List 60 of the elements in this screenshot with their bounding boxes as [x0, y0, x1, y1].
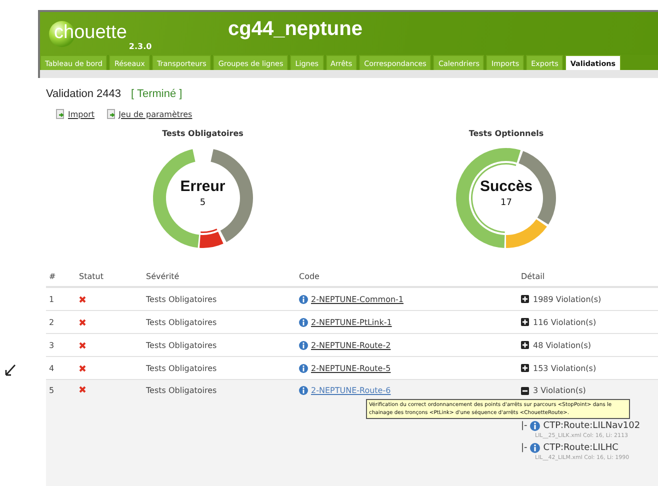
cross-icon	[79, 318, 86, 326]
app-title: cg44_neptune	[228, 18, 362, 41]
code-link[interactable]: 2-NEPTUNE-Route-6	[311, 386, 391, 395]
severity-cell-text: Tests Obligatoires	[145, 386, 218, 395]
chart-title: Tests Optionnels	[468, 129, 544, 138]
info-icon	[530, 443, 540, 453]
column-header: Code	[298, 272, 320, 280]
link[interactable]: Import	[68, 110, 95, 118]
info-icon	[299, 364, 308, 372]
route-object: CTP:Route:LILHC	[543, 443, 618, 453]
cross-icon	[79, 296, 86, 302]
tree-prefix: |-	[521, 443, 528, 453]
expand-icon[interactable]	[521, 364, 529, 372]
link[interactable]: Jeu de paramètres	[118, 110, 192, 118]
code-link[interactable]: 2-NEPTUNE-Common-1	[311, 294, 404, 304]
validation-status: [ Terminé ]	[131, 88, 182, 100]
violation-count: 116 Violation(s)	[533, 318, 596, 326]
chart-title: Tests Obligatoires	[162, 129, 244, 138]
expand-icon[interactable]	[521, 341, 529, 349]
info-icon	[299, 386, 308, 395]
column-header: Détail	[520, 272, 546, 280]
severity-cell-text: Tests Obligatoires	[145, 318, 218, 326]
violation-count: 3 Violation(s)	[533, 386, 586, 395]
row-number: 2	[48, 318, 56, 326]
column-header: #	[48, 272, 57, 280]
code-link[interactable]: 2-NEPTUNE-PtLink-1	[311, 318, 392, 326]
chart-count: 5	[200, 198, 206, 208]
row-number: 1	[48, 294, 56, 304]
column-header: Sévérité	[145, 272, 180, 280]
row-number: 4	[48, 364, 56, 372]
logo-text[interactable]: chouette	[54, 20, 127, 46]
expand-icon[interactable]	[521, 295, 529, 303]
tree-prefix: |-	[521, 421, 528, 431]
violation-count: 153 Violation(s)	[533, 364, 596, 372]
expand-icon[interactable]	[521, 318, 529, 326]
chart-result-label: Erreur	[180, 178, 226, 195]
violation-count: 1989 Violation(s)	[533, 294, 602, 304]
info-icon	[299, 294, 308, 304]
chart-count: 17	[500, 198, 512, 208]
code-link[interactable]: 2-NEPTUNE-Route-2	[311, 340, 391, 350]
severity-cell-text: Tests Obligatoires	[145, 294, 218, 304]
column-header: Statut	[78, 272, 104, 280]
info-icon	[299, 340, 308, 350]
severity-cell-text: Tests Obligatoires	[145, 340, 218, 350]
row-number: 5	[48, 386, 56, 395]
severity-cell-text: Tests Obligatoires	[145, 364, 218, 372]
row-number: 3	[48, 340, 56, 350]
collapse-icon[interactable]	[521, 386, 529, 394]
cross-icon	[79, 386, 86, 393]
chart-result-label: Succès	[480, 178, 533, 195]
violation-count: 48 Violation(s)	[533, 340, 591, 350]
version-label: 2.3.0	[128, 42, 152, 50]
pointer-arrow-icon	[4, 364, 16, 378]
info-icon	[299, 318, 308, 326]
cross-icon	[79, 364, 86, 372]
route-object: CTP:Route:LILNav102	[543, 421, 640, 431]
validation-title: Validation 2443	[46, 88, 122, 100]
cross-icon	[79, 342, 86, 348]
code-link[interactable]: 2-NEPTUNE-Route-5	[311, 364, 391, 372]
info-icon	[530, 421, 540, 431]
